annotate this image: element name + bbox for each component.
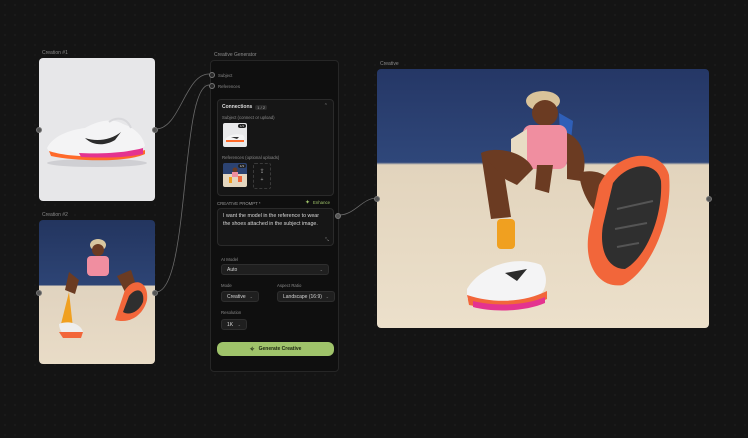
creation-1-label: Creation #1 [42, 50, 68, 56]
enhance-button[interactable]: ✦ Enhance [305, 199, 330, 206]
reference-thumbnail[interactable]: 1/3 [223, 163, 247, 187]
prompt-label: CREATIVE PROMPT * [217, 201, 261, 206]
generate-label: Generate Creative [258, 346, 302, 352]
generator-label: Creative Generator [214, 52, 257, 58]
enhance-label: Enhance [313, 200, 330, 205]
prompt-text: I want the model in the reference to wea… [223, 213, 319, 227]
creative-photo [467, 91, 670, 311]
references-input-label: References [218, 83, 240, 89]
chevron-down-icon: ⌄ [325, 294, 329, 299]
collapse-chevron-icon[interactable]: ⌃ [324, 103, 328, 109]
creation-1-in-port[interactable] [36, 127, 42, 133]
prompt-textarea[interactable]: I want the model in the reference to wea… [217, 208, 334, 246]
creative-out-port[interactable] [706, 196, 712, 202]
chevron-down-icon: ⌄ [249, 294, 253, 299]
ai-model-value: Auto [227, 266, 238, 273]
subject-input[interactable]: Subject [209, 72, 232, 78]
creation-2-in-port[interactable] [36, 290, 42, 296]
add-icon: + [260, 177, 264, 183]
aspect-ratio-value: Landscape (16:9) [283, 293, 322, 300]
aspect-ratio-label: Aspect Ratio [277, 283, 302, 288]
upload-icon: ⇪ [259, 169, 265, 175]
references-upload-label: References (optional uploads) [222, 155, 280, 160]
mode-value: Creative [227, 293, 246, 300]
creative-in-port[interactable] [374, 196, 380, 202]
aspect-ratio-select[interactable]: Landscape (16:9) ⌄ [277, 291, 335, 302]
references-input[interactable]: References [209, 83, 240, 89]
shoe-image [47, 117, 147, 167]
resolution-select[interactable]: 1K ⌄ [221, 319, 247, 330]
subject-upload-label: Subject (connect or upload) [222, 115, 275, 120]
magic-wand-icon: ✧ [249, 346, 255, 353]
creation-2-label: Creation #2 [42, 212, 68, 218]
subject-thumbnail[interactable]: 1/3 [223, 123, 247, 147]
connections-box: Connections 1 / 2 ⌃ Subject (connect or … [217, 99, 334, 196]
creation-1-out-port[interactable] [152, 127, 158, 133]
subject-input-label: Subject [218, 72, 233, 78]
resolution-value: 1K [227, 321, 234, 328]
resize-icon[interactable]: ⤡ [325, 237, 329, 243]
subject-port[interactable] [209, 72, 215, 78]
chevron-down-icon: ⌄ [319, 267, 323, 272]
resolution-label: Resolution [221, 310, 242, 315]
ai-model-label: AI Model [221, 257, 238, 262]
generator-out-port[interactable] [335, 213, 341, 219]
creation-2-image[interactable] [39, 220, 155, 364]
creation-1-image[interactable] [39, 58, 155, 201]
connections-count: 1 / 2 [255, 104, 268, 110]
connections-title: Connections [222, 104, 253, 110]
sparkle-icon: ✦ [305, 200, 311, 206]
upload-slot[interactable]: ⇪ + [253, 163, 271, 189]
mode-label: Mode [221, 283, 232, 288]
creative-generator-panel: Subject References Connections 1 / 2 ⌃ S… [209, 60, 339, 372]
creative-label: Creative [380, 61, 399, 67]
subject-badge: 1/3 [237, 124, 246, 128]
generate-creative-button[interactable]: ✧ Generate Creative [217, 342, 334, 356]
model-photo [59, 239, 148, 338]
mode-select[interactable]: Creative ⌄ [221, 291, 259, 302]
references-badge: 1/3 [237, 164, 246, 168]
references-port[interactable] [209, 83, 215, 89]
creation-2-out-port[interactable] [152, 290, 158, 296]
ai-model-select[interactable]: Auto ⌄ [221, 264, 329, 275]
chevron-down-icon: ⌄ [237, 322, 241, 327]
creative-image[interactable] [377, 69, 709, 328]
